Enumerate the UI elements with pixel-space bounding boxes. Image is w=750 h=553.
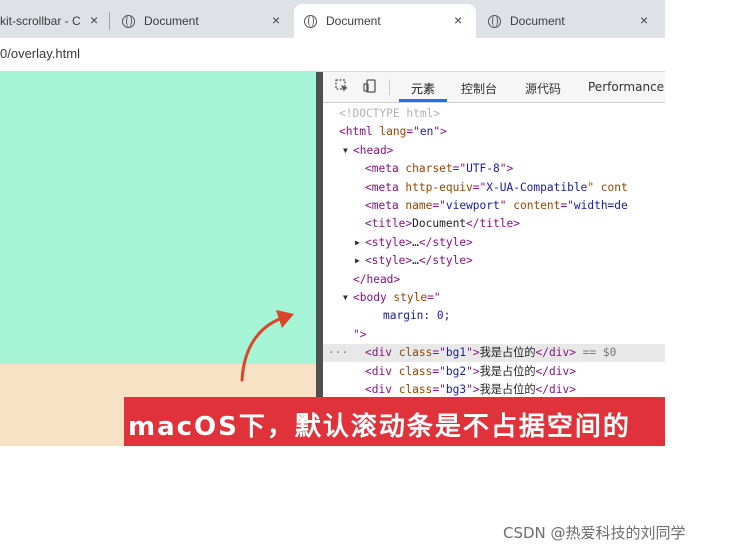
dom-node[interactable]: <title>Document</title> bbox=[323, 215, 665, 233]
tab-title: kit-scrollbar - C bbox=[0, 14, 81, 28]
dom-node[interactable]: ▼ <head> bbox=[323, 142, 665, 160]
dom-node-text: <body style=" bbox=[353, 291, 441, 304]
dom-node-text: </head> bbox=[353, 272, 401, 286]
dom-node[interactable]: <meta name="viewport" content="width=de bbox=[323, 197, 665, 215]
annotation-arrow bbox=[240, 310, 294, 382]
dom-node[interactable]: <!DOCTYPE html> bbox=[323, 105, 665, 123]
dom-node[interactable]: "> bbox=[323, 326, 665, 344]
tab-title: Document bbox=[326, 14, 381, 28]
collapsed-triangle-icon[interactable]: ▶ bbox=[355, 234, 360, 252]
globe-icon bbox=[488, 14, 501, 28]
close-icon[interactable]: × bbox=[454, 12, 462, 28]
address-bar[interactable]: 0/overlay.html bbox=[0, 38, 665, 72]
dom-node[interactable]: <meta http-equiv="X-UA-Compatible" cont bbox=[323, 179, 665, 197]
dom-node-text: <meta charset="UTF-8"> bbox=[365, 162, 514, 176]
dom-node[interactable]: </head> bbox=[323, 271, 665, 289]
inspect-element-icon[interactable] bbox=[335, 79, 349, 93]
annotation-text: macOS下，默认滚动条是不占据空间的 bbox=[128, 412, 631, 442]
dom-node-text: <meta http-equiv="X-UA-Compatible" cont bbox=[365, 180, 628, 194]
device-toolbar-icon[interactable] bbox=[363, 79, 377, 93]
dom-node-selected[interactable]: ··· <div class="bg1">我是占位的</div> == $0 bbox=[323, 344, 665, 363]
devtools-panel: 元素 控制台 源代码 Performance <!DOCTYPE html> <h… bbox=[323, 72, 665, 446]
tab-console[interactable]: 控制台 bbox=[461, 80, 497, 97]
dom-node[interactable]: <meta charset="UTF-8"> bbox=[323, 160, 665, 178]
tab-document-1[interactable]: Document × bbox=[112, 4, 294, 38]
dom-tree: <!DOCTYPE html> <html lang="en"> ▼ <head> <m… bbox=[323, 102, 665, 446]
dom-node[interactable]: <html lang="en"> bbox=[323, 123, 665, 141]
globe-icon bbox=[122, 14, 135, 28]
dom-node-text: <head> bbox=[353, 143, 394, 157]
tab-separator bbox=[109, 12, 110, 30]
tab-performance[interactable]: Performance bbox=[588, 80, 664, 94]
toolbar-divider bbox=[389, 79, 390, 95]
dom-node-text: <div class="bg2">我是占位的</div> bbox=[365, 364, 576, 378]
dom-node-text: <meta name="viewport" content="width=de bbox=[365, 199, 628, 212]
tab-document-active[interactable]: Document × bbox=[294, 4, 476, 38]
dom-node-text: margin: 0; bbox=[383, 309, 451, 323]
dom-node-text: <div class="bg1">我是占位的</div> == $0 bbox=[365, 346, 617, 360]
browser-tab-strip: kit-scrollbar - C × Document × Document … bbox=[0, 0, 665, 38]
dom-node[interactable]: <div class="bg2">我是占位的</div> bbox=[323, 363, 665, 381]
expand-triangle-icon[interactable]: ▼ bbox=[343, 142, 348, 160]
tab-document-3[interactable]: Document × bbox=[478, 4, 665, 38]
tab-sources[interactable]: 源代码 bbox=[525, 80, 561, 97]
dom-node-text: <!DOCTYPE html> bbox=[339, 107, 441, 120]
dom-node-text: <title>Document</title> bbox=[365, 217, 520, 231]
node-actions-icon[interactable]: ··· bbox=[328, 344, 348, 362]
url-text[interactable]: 0/overlay.html bbox=[0, 46, 80, 61]
dom-node-text: <html lang="en"> bbox=[339, 125, 447, 139]
tab-scrollbar[interactable]: kit-scrollbar - C × bbox=[0, 4, 108, 38]
collapsed-triangle-icon[interactable]: ▶ bbox=[355, 252, 360, 270]
tab-title: Document bbox=[510, 14, 565, 28]
close-icon[interactable]: × bbox=[90, 12, 98, 28]
devtools-toolbar: 元素 控制台 源代码 Performance bbox=[323, 72, 665, 103]
close-icon[interactable]: × bbox=[640, 12, 648, 28]
tab-elements[interactable]: 元素 bbox=[411, 80, 435, 97]
dom-node[interactable]: ▶ <style>…</style> bbox=[323, 234, 665, 252]
dom-node-text: <style>…</style> bbox=[365, 254, 473, 268]
close-icon[interactable]: × bbox=[272, 12, 280, 28]
dom-node[interactable]: margin: 0; bbox=[323, 307, 665, 325]
globe-icon bbox=[304, 14, 317, 28]
scrollbar[interactable] bbox=[316, 72, 323, 446]
dom-node-text: "> bbox=[353, 327, 367, 341]
dom-node[interactable]: ▼ <body style=" bbox=[323, 289, 665, 307]
dom-node[interactable]: ▶ <style>…</style> bbox=[323, 252, 665, 270]
expand-triangle-icon[interactable]: ▼ bbox=[343, 289, 348, 307]
dom-node-text: <style>…</style> bbox=[365, 235, 473, 249]
tab-title: Document bbox=[144, 14, 199, 28]
watermark: CSDN @热爱科技的刘同学 bbox=[503, 524, 686, 542]
